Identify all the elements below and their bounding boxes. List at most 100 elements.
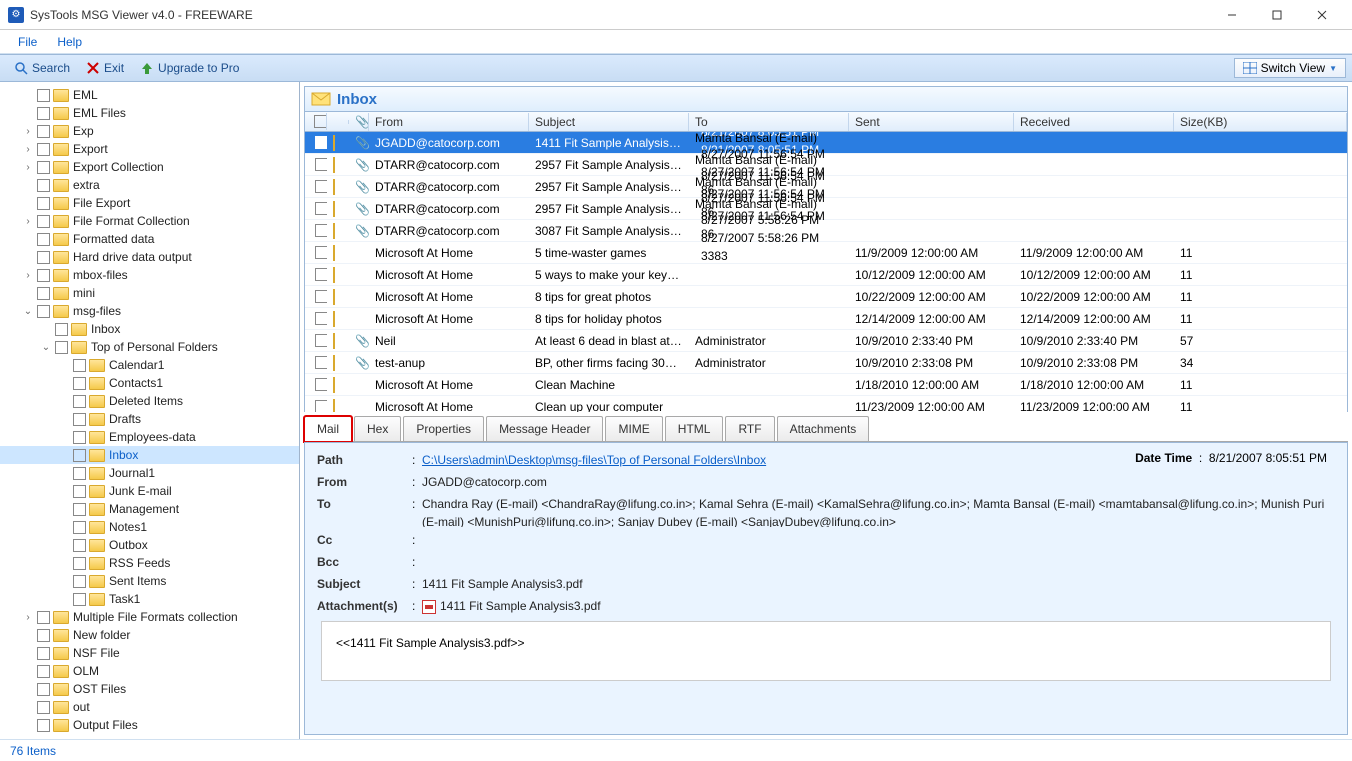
maximize-button[interactable]	[1254, 0, 1299, 30]
upgrade-button[interactable]: Upgrade to Pro	[132, 59, 247, 77]
tree-checkbox[interactable]	[73, 485, 86, 498]
tree-item[interactable]: Management	[0, 500, 299, 518]
message-row[interactable]: Microsoft At Home5 ways to make your key…	[305, 264, 1347, 286]
tree-item[interactable]: Deleted Items	[0, 392, 299, 410]
message-row[interactable]: Microsoft At HomeClean up your computer1…	[305, 396, 1347, 412]
tree-item[interactable]: Junk E-mail	[0, 482, 299, 500]
tree-checkbox[interactable]	[37, 233, 50, 246]
tree-checkbox[interactable]	[37, 269, 50, 282]
tree-item[interactable]: RSS Feeds	[0, 554, 299, 572]
select-all-checkbox[interactable]	[314, 115, 327, 128]
minimize-button[interactable]	[1209, 0, 1254, 30]
folder-tree[interactable]: EMLEML Files›Exp›Export›Export Collectio…	[0, 82, 300, 739]
col-size[interactable]: Size(KB)	[1174, 113, 1347, 131]
tree-item[interactable]: EML Files	[0, 104, 299, 122]
tree-checkbox[interactable]	[73, 521, 86, 534]
close-button[interactable]	[1299, 0, 1344, 30]
tree-item[interactable]: ›Exp	[0, 122, 299, 140]
row-checkbox[interactable]	[315, 202, 327, 215]
tree-toggle-icon[interactable]: ›	[22, 126, 34, 137]
tree-checkbox[interactable]	[73, 593, 86, 606]
tree-toggle-icon[interactable]: ›	[22, 144, 34, 155]
message-row[interactable]: 📎DTARR@catocorp.com3087 Fit Sample Analy…	[305, 220, 1347, 242]
tree-checkbox[interactable]	[37, 89, 50, 102]
tree-checkbox[interactable]	[73, 575, 86, 588]
tree-checkbox[interactable]	[37, 197, 50, 210]
col-from[interactable]: From	[369, 113, 529, 131]
tree-item[interactable]: Output Files	[0, 716, 299, 734]
tree-item[interactable]: ›File Format Collection	[0, 212, 299, 230]
search-button[interactable]: Search	[6, 59, 78, 77]
row-checkbox[interactable]	[315, 290, 327, 303]
tree-toggle-icon[interactable]: ⌄	[40, 342, 52, 353]
tree-item[interactable]: OLM	[0, 662, 299, 680]
tree-item[interactable]: Formatted data	[0, 230, 299, 248]
tree-item[interactable]: Calendar1	[0, 356, 299, 374]
tree-item[interactable]: ›Export	[0, 140, 299, 158]
tree-checkbox[interactable]	[73, 539, 86, 552]
row-checkbox[interactable]	[315, 400, 327, 412]
tree-toggle-icon[interactable]: ⌄	[22, 306, 34, 317]
tree-checkbox[interactable]	[55, 323, 68, 336]
tree-item[interactable]: Journal1	[0, 464, 299, 482]
row-checkbox[interactable]	[315, 180, 327, 193]
row-checkbox[interactable]	[315, 224, 327, 237]
tree-checkbox[interactable]	[37, 665, 50, 678]
tab-message-header[interactable]: Message Header	[486, 416, 603, 441]
tab-properties[interactable]: Properties	[403, 416, 484, 441]
tree-item[interactable]: OST Files	[0, 680, 299, 698]
row-checkbox[interactable]	[315, 334, 327, 347]
row-checkbox[interactable]	[315, 356, 327, 369]
tree-item[interactable]: out	[0, 698, 299, 716]
tree-item[interactable]: ›Multiple File Formats collection	[0, 608, 299, 626]
col-subject[interactable]: Subject	[529, 113, 689, 131]
col-to[interactable]: To	[689, 113, 849, 131]
tree-checkbox[interactable]	[37, 107, 50, 120]
tree-checkbox[interactable]	[37, 701, 50, 714]
tree-checkbox[interactable]	[37, 287, 50, 300]
col-sent[interactable]: Sent	[849, 113, 1014, 131]
row-checkbox[interactable]	[315, 378, 327, 391]
tree-item[interactable]: NSF File	[0, 644, 299, 662]
tab-mime[interactable]: MIME	[605, 416, 662, 441]
message-row[interactable]: 📎test-anupBP, other firms facing 300 la.…	[305, 352, 1347, 374]
message-row[interactable]: Microsoft At Home8 tips for holiday phot…	[305, 308, 1347, 330]
tree-checkbox[interactable]	[73, 557, 86, 570]
tree-item[interactable]: extra	[0, 176, 299, 194]
tab-attachments[interactable]: Attachments	[777, 416, 870, 441]
row-checkbox[interactable]	[315, 136, 327, 149]
tree-toggle-icon[interactable]: ›	[22, 216, 34, 227]
tree-item[interactable]: Contacts1	[0, 374, 299, 392]
row-checkbox[interactable]	[315, 268, 327, 281]
tree-item[interactable]: Sent Items	[0, 572, 299, 590]
tree-item[interactable]: File Export	[0, 194, 299, 212]
tree-checkbox[interactable]	[37, 215, 50, 228]
row-checkbox[interactable]	[315, 312, 327, 325]
tab-html[interactable]: HTML	[665, 416, 724, 441]
message-row[interactable]: Microsoft At HomeClean Machine1/18/2010 …	[305, 374, 1347, 396]
tree-checkbox[interactable]	[37, 125, 50, 138]
tree-checkbox[interactable]	[73, 431, 86, 444]
tree-item[interactable]: ⌄Top of Personal Folders	[0, 338, 299, 356]
tree-item[interactable]: ›Export Collection	[0, 158, 299, 176]
tree-checkbox[interactable]	[73, 359, 86, 372]
tree-checkbox[interactable]	[73, 503, 86, 516]
tab-mail[interactable]: Mail	[304, 416, 352, 442]
exit-button[interactable]: Exit	[78, 59, 132, 77]
tree-item[interactable]: Inbox	[0, 446, 299, 464]
tree-toggle-icon[interactable]: ›	[22, 270, 34, 281]
tree-toggle-icon[interactable]: ›	[22, 612, 34, 623]
attachment-link[interactable]: 1411 Fit Sample Analysis3.pdf	[440, 599, 601, 613]
tree-item[interactable]: Employees-data	[0, 428, 299, 446]
row-checkbox[interactable]	[315, 246, 327, 259]
tree-item[interactable]: mini	[0, 284, 299, 302]
tree-item[interactable]: ⌄msg-files	[0, 302, 299, 320]
tab-hex[interactable]: Hex	[354, 416, 401, 441]
tree-checkbox[interactable]	[73, 395, 86, 408]
tree-item[interactable]: New folder	[0, 626, 299, 644]
tab-rtf[interactable]: RTF	[725, 416, 774, 441]
tree-checkbox[interactable]	[37, 143, 50, 156]
tree-item[interactable]: Notes1	[0, 518, 299, 536]
tree-item[interactable]: Task1	[0, 590, 299, 608]
row-checkbox[interactable]	[315, 158, 327, 171]
